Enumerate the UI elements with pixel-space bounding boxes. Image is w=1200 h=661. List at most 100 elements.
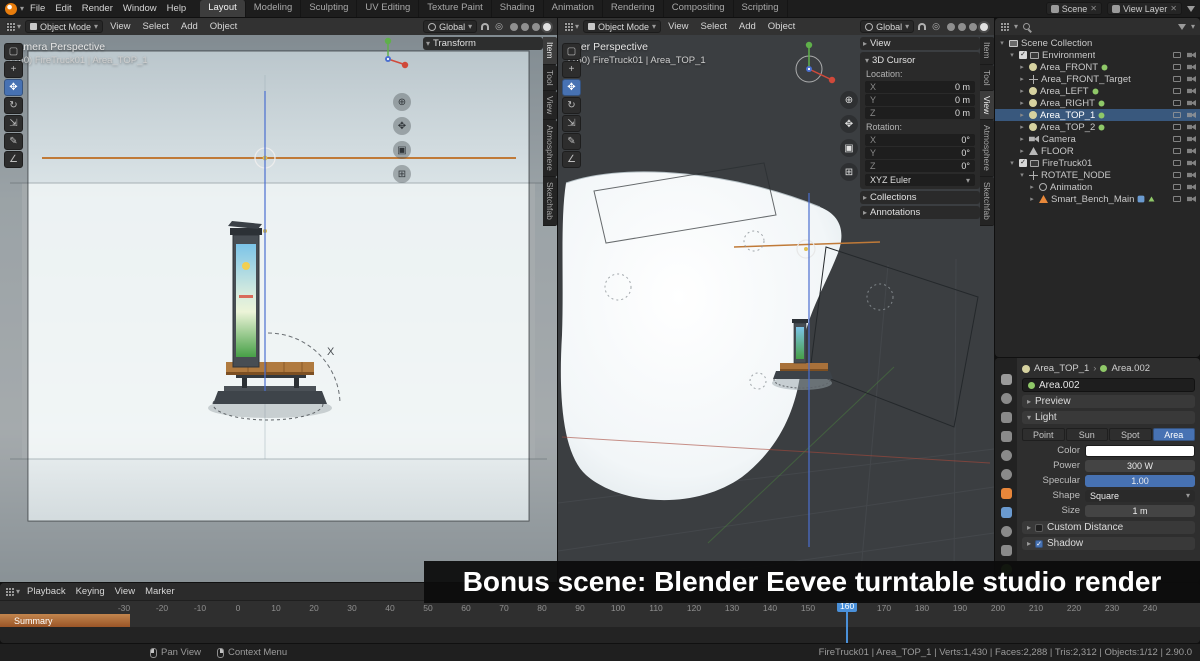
disable-viewport-icon[interactable] — [1173, 148, 1181, 154]
cursor-rotation-x-field[interactable]: X0° — [865, 134, 975, 146]
npanel-tab-item[interactable]: Item — [980, 37, 994, 65]
timeline-menu-keying[interactable]: Keying — [71, 585, 110, 598]
wireframe-shading-icon[interactable] — [510, 23, 518, 31]
npanel-tab-view[interactable]: View — [543, 91, 557, 120]
scene-selector[interactable]: Scene ✕ — [1046, 2, 1102, 15]
viewport-menu-add[interactable]: Add — [734, 20, 761, 33]
menu-help[interactable]: Help — [162, 2, 192, 15]
disable-viewport-icon[interactable] — [1173, 76, 1181, 82]
viewport-menu-select[interactable]: Select — [137, 20, 173, 33]
disclosure-down-icon[interactable]: ▾ — [998, 39, 1006, 47]
datablock-name-field[interactable]: Area.002 — [1022, 378, 1195, 392]
snap-magnet-icon[interactable] — [918, 23, 926, 30]
disable-render-icon[interactable] — [1187, 196, 1196, 202]
rotate-tool[interactable]: ↻ — [562, 97, 581, 114]
preview-panel-header[interactable]: ▸ Preview — [1022, 395, 1195, 408]
disclosure-right-icon[interactable]: ▸ — [1018, 63, 1026, 71]
outliner-row-area-top-2[interactable]: ▸Area_TOP_2 — [995, 121, 1200, 133]
ortho-grid-icon[interactable]: ⊞ — [840, 163, 858, 181]
editor-type-button[interactable]: ▾ — [4, 22, 23, 31]
npanel-tab-item[interactable]: Item — [543, 37, 557, 65]
outliner-row-animation[interactable]: ▸Animation — [995, 181, 1200, 193]
proportional-edit-icon[interactable]: ◎ — [493, 21, 505, 32]
outliner-row-area-right[interactable]: ▸Area_RIGHT — [995, 97, 1200, 109]
disclosure-down-icon[interactable]: ▾ — [1008, 159, 1016, 167]
disable-viewport-icon[interactable] — [1173, 184, 1181, 190]
outliner-row-camera[interactable]: ▸Camera — [995, 133, 1200, 145]
disclosure-right-icon[interactable]: ▸ — [1018, 99, 1026, 107]
light-type-spot[interactable]: Spot — [1109, 428, 1152, 441]
unlink-icon[interactable]: ✕ — [1090, 4, 1097, 13]
summary-channel[interactable]: Summary — [0, 614, 130, 627]
annotations-panel-header[interactable]: ▸ Annotations — [860, 206, 980, 219]
viewport-menu-object[interactable]: Object — [205, 20, 242, 33]
workspace-tab-scripting[interactable]: Scripting — [734, 0, 788, 17]
disable-render-icon[interactable] — [1187, 136, 1196, 142]
rendered-shading-icon[interactable] — [980, 23, 988, 31]
disable-viewport-icon[interactable] — [1173, 124, 1181, 130]
outliner-row-area-front[interactable]: ▸Area_FRONT — [995, 61, 1200, 73]
collection-checkbox[interactable]: ✓ — [1019, 159, 1027, 167]
mode-dropdown[interactable]: Object Mode▾ — [25, 20, 103, 33]
camera-view-scene[interactable]: X — [0, 35, 557, 582]
npanel-tab-tool[interactable]: Tool — [543, 65, 557, 92]
zoom-icon[interactable]: ⊕ — [840, 91, 858, 109]
properties-tab-render[interactable] — [995, 391, 1017, 406]
disable-render-icon[interactable] — [1187, 112, 1196, 118]
light-type-sun[interactable]: Sun — [1066, 428, 1109, 441]
cursor-panel-header[interactable]: ▾ 3D Cursor — [862, 54, 978, 67]
workspace-tab-uv-editing[interactable]: UV Editing — [357, 0, 419, 17]
viewport-body[interactable]: User Perspective (160) FireTruck01 | Are… — [558, 35, 994, 582]
disable-render-icon[interactable] — [1187, 184, 1196, 190]
select-box-tool[interactable]: ▢ — [562, 43, 581, 60]
disable-render-icon[interactable] — [1187, 52, 1196, 58]
viewport-menu-add[interactable]: Add — [176, 20, 203, 33]
light-panel-header[interactable]: ▾ Light — [1022, 411, 1195, 424]
properties-tab-physics[interactable] — [995, 524, 1017, 539]
disable-viewport-icon[interactable] — [1173, 52, 1181, 58]
cursor-location-y-field[interactable]: Y0 m — [865, 94, 975, 106]
viewport-body[interactable]: X Camera Perspective (160) FireTruck01 | — [0, 35, 557, 582]
size-field[interactable]: 1 m — [1085, 505, 1195, 517]
color-field[interactable] — [1085, 445, 1195, 457]
npanel-tab-view[interactable]: View — [980, 91, 994, 120]
disclosure-right-icon[interactable]: ▸ — [1018, 135, 1026, 143]
measure-tool[interactable]: ∠ — [562, 151, 581, 168]
blender-logo-icon[interactable] — [5, 3, 17, 15]
rotation-mode-dropdown[interactable]: XYZ Euler ▾ — [865, 174, 975, 186]
annotate-tool[interactable]: ✎ — [562, 133, 581, 150]
timeline-menu-view[interactable]: View — [110, 585, 140, 598]
workspace-tab-modeling[interactable]: Modeling — [246, 0, 302, 17]
properties-tab-object[interactable] — [995, 486, 1017, 501]
breadcrumb-data[interactable]: Area.002 — [1111, 363, 1150, 374]
workspace-tab-sculpting[interactable]: Sculpting — [301, 0, 357, 17]
disclosure-right-icon[interactable]: ▸ — [1018, 75, 1026, 83]
disable-viewport-icon[interactable] — [1173, 100, 1181, 106]
workspace-tab-animation[interactable]: Animation — [544, 0, 603, 17]
outliner-row-area-top-1[interactable]: ▸Area_TOP_1 — [995, 109, 1200, 121]
menu-file[interactable]: File — [25, 2, 50, 15]
disclosure-right-icon[interactable]: ▸ — [1018, 123, 1026, 131]
specular-field[interactable]: 1.00 — [1085, 475, 1195, 487]
disclosure-down-icon[interactable]: ▾ — [1008, 51, 1016, 59]
unlink-icon[interactable]: ✕ — [1170, 4, 1177, 13]
measure-tool[interactable]: ∠ — [4, 151, 23, 168]
npanel-tab-sketchfab[interactable]: Sketchfab — [543, 177, 557, 226]
viewport-menu-object[interactable]: Object — [763, 20, 800, 33]
disable-viewport-icon[interactable] — [1173, 112, 1181, 118]
disable-render-icon[interactable] — [1187, 124, 1196, 130]
properties-tab-tool[interactable] — [995, 372, 1017, 387]
workspace-tab-layout[interactable]: Layout — [200, 0, 246, 17]
ortho-grid-icon[interactable]: ⊞ — [393, 165, 411, 183]
outliner-row-scene-collection[interactable]: ▾Scene Collection — [995, 37, 1200, 49]
material-shading-icon[interactable] — [969, 23, 977, 31]
transform-panel-header[interactable]: ▾ Transform — [423, 37, 543, 50]
outliner-row-environment[interactable]: ▾✓Environment — [995, 49, 1200, 61]
properties-tab-scene[interactable] — [995, 448, 1017, 463]
rendered-shading-icon[interactable] — [543, 23, 551, 31]
filter-icon[interactable] — [1178, 24, 1186, 30]
collections-panel-header[interactable]: ▸ Collections — [860, 191, 980, 204]
custom-distance-checkbox[interactable] — [1035, 524, 1043, 532]
mode-dropdown[interactable]: Object Mode▾ — [583, 20, 661, 33]
outliner-editor-icon[interactable] — [1000, 22, 1009, 31]
